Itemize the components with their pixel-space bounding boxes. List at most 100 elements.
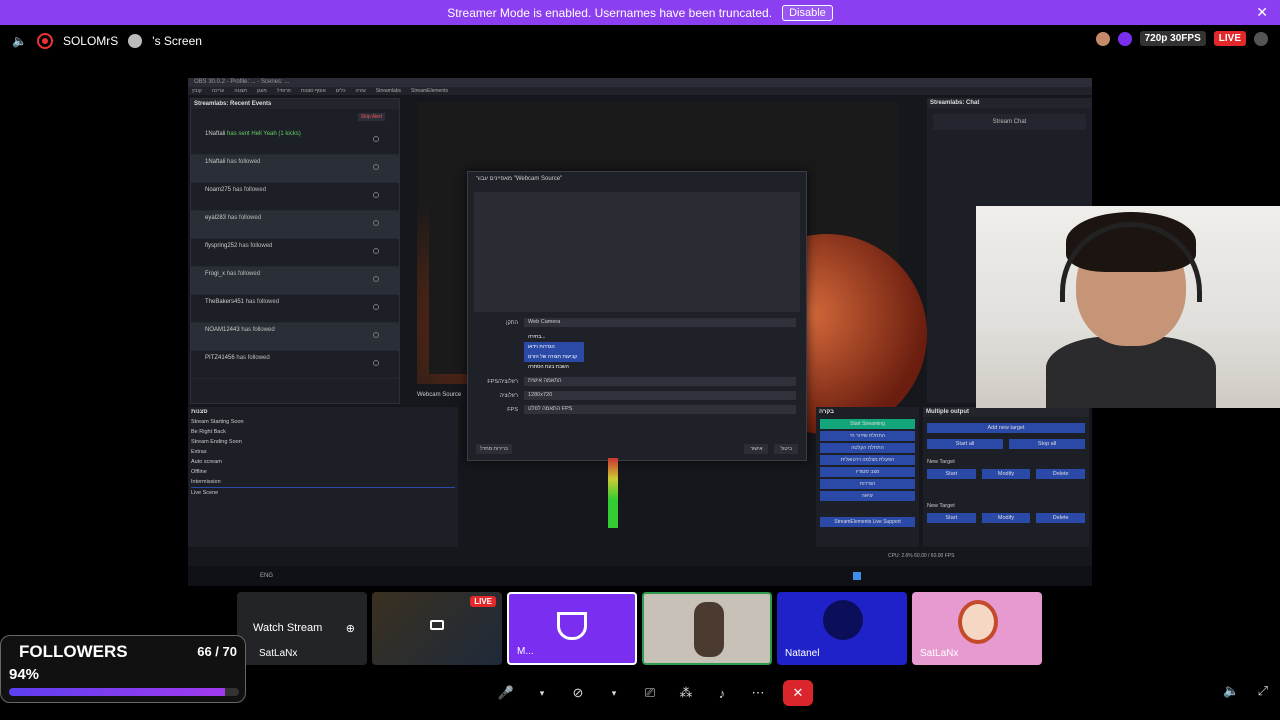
participant-name: M... [517,646,534,657]
person-body [1046,336,1216,408]
list-item: TheBakers451 has followed [191,295,399,323]
participant-tile[interactable]: LIVE [372,592,502,665]
events-list: 1Naftali has sent Hell Yeah (1 kicks) 1N… [191,127,399,379]
modify-button: Modify [981,513,1031,523]
device-label: התקן [506,319,518,326]
stream-header: 🔈 SOLOMrS 's Screen 720p 30FPS LIVE [0,25,1280,57]
chat-icon[interactable] [1254,31,1268,46]
delete-button: Delete [1036,469,1086,479]
participant-tile[interactable]: Watch Stream ⊕ SatLaNx [237,592,367,665]
control-button: יציאה [820,491,915,501]
volume-icon[interactable]: 🔈 [1223,683,1239,699]
participant-name: SatLaNx [259,648,298,659]
camera-off-icon[interactable]: ⊘ [567,682,589,704]
replay-icon [373,276,379,282]
recent-events-panel: Streamlabs: Recent Events Skip Alert 1Na… [190,98,400,404]
replay-icon [373,304,379,310]
fps-select: התאמה אישית [524,377,796,386]
live-indicator-icon [36,33,53,49]
webcam-overlay [976,206,1280,408]
list-item: NOAM12443 has followed [191,323,399,351]
more-icon[interactable]: ⋯ [747,682,769,704]
view-controls: 🔈 ⤢ [1223,683,1268,699]
participant-name: SatLaNx [920,648,959,659]
participant-tile[interactable] [642,592,772,665]
avatar [958,600,998,644]
resolution-label: רזולוציה [499,392,518,399]
menu-item: עזרה [355,88,366,94]
fps2-label: FPS [507,406,518,413]
menu-item: כלים [335,88,346,94]
share-screen-icon[interactable]: ⎚ [639,682,661,704]
chevron-down-icon[interactable]: ▾ [603,682,625,704]
chevron-down-icon[interactable]: ▾ [531,682,553,704]
start-all-button: Start all [927,439,1003,449]
avatar [128,34,143,48]
activities-icon[interactable]: ⁂ [675,682,697,704]
list-item: flyspring252 has followed [191,239,399,267]
control-button: התחלת הקלטה [820,443,915,453]
target-label: New Target [927,503,955,509]
delete-button: Delete [1036,513,1086,523]
stream-view[interactable]: OBS 30.0.2 - Profile: ... - Scenes: ... … [188,78,1092,586]
windows-taskbar: ENG [188,566,1092,586]
panel-title: Streamlabs: Recent Events [191,99,399,109]
viewer-avatar[interactable] [1095,31,1110,46]
dropdown-item: הגדרות וידאו [524,342,584,352]
streamer-mode-banner: Streamer Mode is enabled. Usernames have… [0,0,1280,25]
panel-title: Multiple output [923,407,1089,417]
microphone-icon[interactable]: 🎤 [495,682,517,704]
webcam-source-label: Webcam Source [417,392,462,398]
control-button: הפעלת מצלמה וירטואלית [820,455,915,465]
replay-icon [373,164,379,170]
events-toolbar: Skip Alert [191,109,399,127]
fps-row: FPS/רזולוציה התאמה אישית [478,377,796,386]
se-support-button: StreamElements Live Support [820,517,915,527]
scene-item: Stream Ending Soon [191,439,242,445]
dialog-title: מאפיינים עבור "Webcam Source" [476,176,563,182]
scene-item: Offline [191,469,207,475]
participant-tile[interactable]: M... [507,592,637,665]
control-button: התחלת שידור חי [820,431,915,441]
live-badge: LIVE [1213,31,1246,46]
add-target-button: Add new target [927,423,1085,433]
menu-item: אוסף סצנות [300,88,326,94]
participant-tile[interactable]: Natanel [777,592,907,665]
menu-item: פרופיל [276,88,291,94]
close-icon[interactable]: ✕ [1256,4,1268,21]
list-item: 1Naftali has followed [191,155,399,183]
viewer-avatar[interactable] [1117,31,1132,46]
disable-streamer-mode-button[interactable]: Disable [782,4,833,21]
device-select: Web Camera [524,318,796,327]
resolution-select: 1280x720 [524,391,796,400]
popout-icon[interactable]: ⊕ [346,622,355,635]
panel-title: Streamlabs: Chat [927,98,1092,108]
scenes-panel: סצנות Stream Starting Soon Be Right Back… [188,407,458,547]
ok-button: אישור [744,444,769,454]
skip-alert-button: Skip Alert [357,113,385,121]
banner-text: Streamer Mode is enabled. Usernames have… [447,5,773,20]
device-row: התקן Web Camera [478,318,796,327]
start-button: Start [927,469,976,479]
fullscreen-icon[interactable]: ⤢ [1258,683,1268,699]
watch-stream-button[interactable]: Watch Stream [253,622,322,634]
resolution-row: רזולוציה 1280x720 [478,391,796,400]
target-label: New Target [927,459,955,465]
soundboard-icon[interactable]: ♪ [711,682,733,704]
obs-menu-bar: קובץ עריכה תצוגה מעגן פרופיל אוסף סצנות … [188,87,1092,95]
speaker-icon[interactable]: 🔈 [12,34,27,48]
avatar [823,600,863,640]
replay-icon [373,332,379,338]
participant-tile[interactable]: SatLaNx [912,592,1042,665]
replay-icon [373,192,379,198]
replay-icon [373,136,379,142]
disconnect-button[interactable]: ✕ [783,680,813,706]
avatar [694,602,724,657]
call-controls: 🎤 ▾ ⊘ ▾ ⎚ ⁂ ♪ ⋯ ✕ [495,680,813,706]
followers-percent: 94% [9,666,40,683]
stream-chat-button: Stream Chat [933,114,1086,130]
list-item: Noam275 has followed [191,183,399,211]
panel-title: בקרה [819,409,834,415]
list-item: 1Naftali has sent Hell Yeah (1 kicks) [191,127,399,155]
scene-item: Live Scene [191,490,219,496]
